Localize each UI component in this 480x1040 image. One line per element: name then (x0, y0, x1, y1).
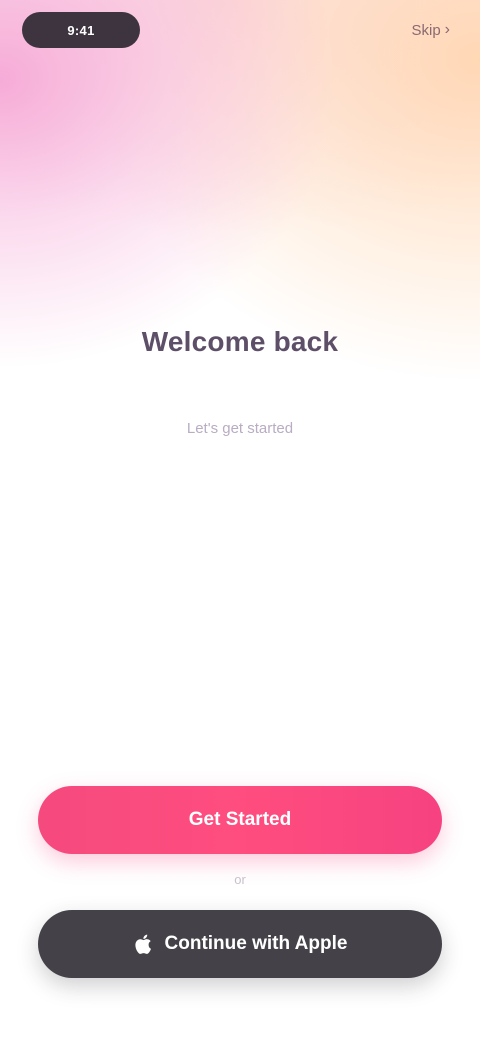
continue-with-apple-button[interactable]: Continue with Apple (38, 910, 442, 978)
get-started-button[interactable]: Get Started (38, 786, 442, 854)
divider-or: or (234, 872, 246, 887)
page-title: Welcome back (141, 326, 339, 357)
page-subtitle: Let's get started (186, 420, 294, 437)
status-time-pill: 9:41 (22, 12, 140, 48)
chevron-right-icon: › (444, 21, 450, 38)
continue-with-apple-label: Continue with Apple (164, 933, 348, 954)
background-gradient (0, 0, 480, 620)
skip-button[interactable]: Skip › (354, 16, 450, 44)
welcome-screen: 9:41 Skip › Welcome back Let's get start… (0, 0, 480, 1040)
skip-label: Skip (411, 21, 441, 39)
apple-icon (133, 933, 155, 955)
get-started-label: Get Started (188, 809, 292, 830)
status-time: 9:41 (67, 22, 95, 38)
